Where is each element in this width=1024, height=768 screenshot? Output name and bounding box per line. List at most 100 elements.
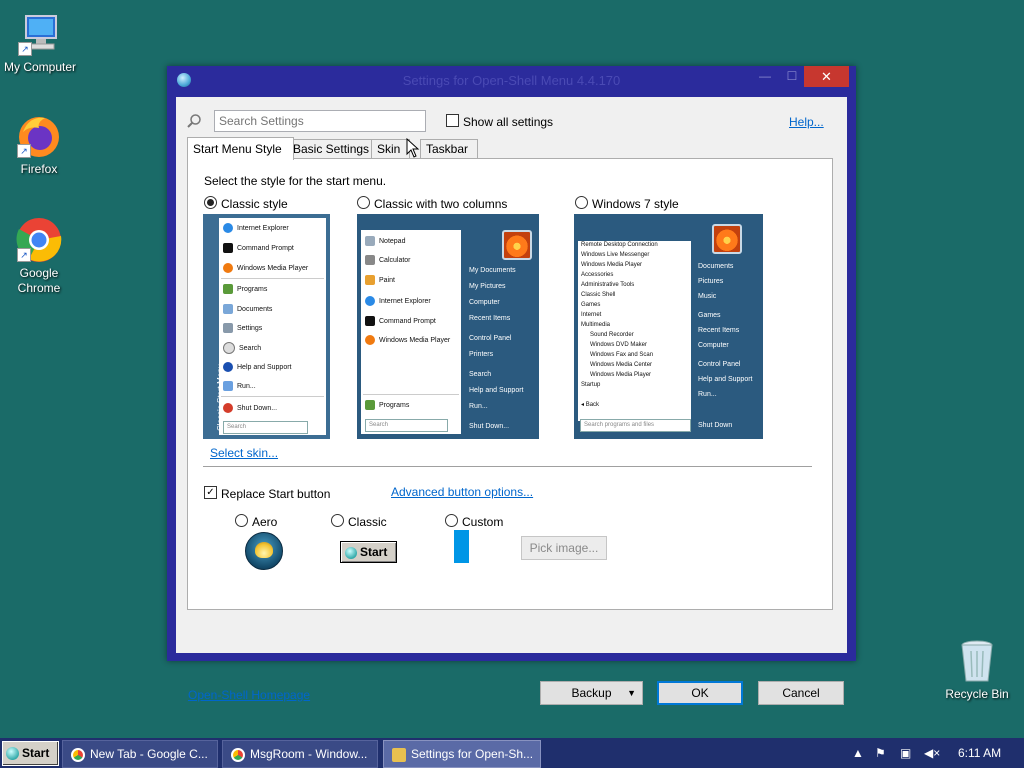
preview-search-box: Search — [223, 421, 308, 434]
list-item: Accessories — [581, 272, 614, 278]
list-item: Documents — [223, 304, 272, 314]
list-item: Internet Explorer — [365, 296, 431, 306]
list-item: Internet Explorer — [223, 223, 289, 233]
list-item: Computer — [698, 342, 729, 349]
title-bar[interactable]: Settings for Open-Shell Menu 4.4.170 — ☐… — [167, 66, 856, 94]
list-item: Administrative Tools — [581, 282, 635, 288]
radio-button[interactable] — [204, 196, 217, 210]
radio-button[interactable] — [235, 514, 248, 528]
list-item: Notepad — [365, 236, 405, 246]
help-link[interactable]: Help... — [789, 115, 824, 129]
desktop-icon-firefox[interactable]: ↗ Firefox — [0, 112, 79, 177]
shell-icon — [345, 546, 357, 559]
backup-button[interactable]: Backup ▼ — [540, 681, 643, 705]
checkbox-box[interactable] — [446, 114, 459, 128]
radio-classic-two-columns[interactable]: Classic with two columns — [357, 196, 507, 211]
desktop-icon-my-computer[interactable]: ↗ My Computer — [0, 10, 80, 75]
taskbar: Start New Tab - Google C... MsgRoom - Wi… — [0, 738, 1024, 768]
desktop-icon-recycle-bin[interactable]: Recycle Bin — [937, 637, 1017, 702]
window-client: Show all settings Help... Start Menu Sty… — [176, 97, 847, 705]
chrome-icon — [71, 747, 85, 762]
clock[interactable]: 6:11 AM — [958, 746, 1001, 760]
chevron-down-icon: ▼ — [627, 688, 636, 698]
list-item: Calculator — [365, 255, 411, 265]
list-item: Help and Support — [469, 387, 524, 394]
list-item: My Pictures — [469, 283, 506, 290]
maximize-icon: ☐ — [786, 69, 798, 83]
custom-button-preview — [454, 530, 469, 563]
taskbar-item-msgroom[interactable]: MsgRoom - Window... — [222, 740, 378, 768]
shell-icon — [255, 542, 273, 558]
minimize-button[interactable]: — — [752, 66, 778, 87]
user-picture-icon — [712, 224, 742, 254]
radio-button[interactable] — [331, 514, 344, 528]
list-item: Windows Media Player — [223, 263, 308, 273]
preview-search-box: Search — [365, 419, 448, 432]
list-item: Paint — [365, 275, 395, 285]
radio-button[interactable] — [575, 196, 588, 210]
list-item: Programs — [365, 400, 409, 410]
show-all-settings-checkbox[interactable]: Show all settings — [446, 114, 553, 129]
list-item: Music — [698, 293, 717, 300]
search-input[interactable] — [214, 110, 426, 132]
tab-taskbar[interactable]: Taskbar — [420, 139, 478, 159]
preview-search-box: Search programs and files — [580, 419, 691, 432]
list-item: Help and Support — [223, 362, 291, 372]
list-item: Settings — [223, 323, 262, 333]
list-item: Recent Items — [469, 315, 511, 322]
pick-image-button[interactable]: Pick image... — [521, 536, 607, 560]
tab-skin[interactable]: Skin — [371, 139, 410, 159]
taskbar-item-settings[interactable]: Settings for Open-Sh... — [383, 740, 541, 768]
radio-button[interactable] — [445, 514, 458, 528]
list-item: Command Prompt — [223, 243, 294, 253]
select-skin-link[interactable]: Select skin... — [210, 446, 278, 460]
preview-classic-style[interactable]: Classic Start Menu Internet Explorer Com… — [203, 214, 330, 439]
list-item: Shut Down... — [223, 403, 277, 413]
list-item: Windows Media Center — [590, 362, 653, 368]
maximize-button[interactable]: ☐ — [779, 66, 805, 87]
chevron-up-icon[interactable]: ▲ — [852, 746, 864, 760]
list-item: Run... — [223, 381, 256, 391]
desktop-icon-google-chrome[interactable]: ↗ Google Chrome — [0, 216, 79, 296]
open-shell-homepage-link[interactable]: Open-Shell Homepage — [188, 688, 310, 702]
classic-menu-list: Internet Explorer Command Prompt Windows… — [219, 218, 326, 435]
desktop-icon-label: Recycle Bin — [945, 687, 1009, 701]
shell-icon — [6, 747, 19, 761]
preview-windows-7-style[interactable]: Remote Desktop Connection Windows Live M… — [574, 214, 763, 439]
radio-classic-style[interactable]: Classic style — [204, 196, 288, 211]
divider — [203, 466, 812, 467]
checkbox-box[interactable]: ✓ — [204, 486, 217, 500]
search-icon — [187, 114, 201, 128]
replace-start-button-checkbox[interactable]: ✓ Replace Start button — [204, 486, 330, 501]
list-item: Command Prompt — [365, 316, 436, 326]
start-button[interactable]: Start — [2, 741, 59, 766]
cancel-button[interactable]: Cancel — [758, 681, 844, 705]
aero-button-preview — [245, 532, 283, 570]
list-item: Programs — [223, 284, 267, 294]
tab-start-menu-style[interactable]: Start Menu Style — [187, 137, 294, 160]
volume-muted-icon[interactable]: ◀× — [924, 746, 940, 760]
taskbar-item-chrome-new-tab[interactable]: New Tab - Google C... — [62, 740, 218, 768]
radio-classic-button[interactable]: Classic — [331, 514, 387, 529]
radio-button[interactable] — [357, 196, 370, 210]
style-prompt: Select the style for the start menu. — [204, 174, 387, 188]
list-item: Run... — [698, 391, 717, 398]
tab-basic-settings[interactable]: Basic Settings — [287, 139, 372, 159]
flag-icon[interactable]: ⚑ — [875, 746, 886, 760]
settings-window: Settings for Open-Shell Menu 4.4.170 — ☐… — [167, 66, 856, 705]
preview-classic-two-columns[interactable]: Notepad Calculator Paint Internet Explor… — [357, 214, 539, 439]
ok-button[interactable]: OK — [657, 681, 743, 705]
close-button[interactable]: ✕ — [804, 66, 849, 87]
radio-aero[interactable]: Aero — [235, 514, 277, 529]
desktop-icon-label: Google Chrome — [17, 266, 61, 295]
list-item: Sound Recorder — [590, 332, 634, 338]
network-icon[interactable]: ▣ — [900, 746, 911, 760]
radio-windows-7-style[interactable]: Windows 7 style — [575, 196, 679, 211]
classic-button-preview: Start — [340, 541, 397, 563]
advanced-button-options-link[interactable]: Advanced button options... — [391, 485, 533, 499]
list-item: Windows Media Player — [590, 372, 652, 378]
list-item: Control Panel — [469, 335, 512, 342]
list-item: Windows Media Player — [581, 262, 643, 268]
list-item: Search — [469, 371, 492, 378]
radio-custom[interactable]: Custom — [445, 514, 503, 529]
